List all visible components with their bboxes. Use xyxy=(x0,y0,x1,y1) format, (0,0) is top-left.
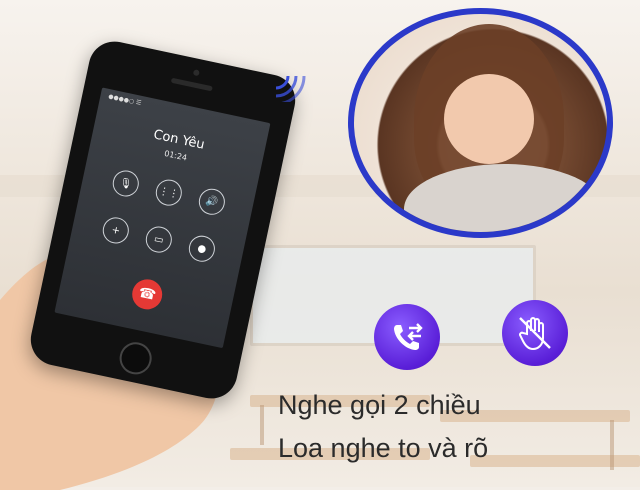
call-screen: ●●●●○ ☰ Con Yêu 01:24 🎙 ⋮⋮ 🔊 + ▭ ● ☎ xyxy=(54,87,271,349)
video-camera-icon: ▭ xyxy=(153,233,165,246)
plus-icon: + xyxy=(110,224,122,237)
contacts-button[interactable]: ● xyxy=(186,233,218,265)
facetime-button[interactable]: ▭ xyxy=(143,224,175,255)
keypad-button[interactable]: ⋮⋮ xyxy=(153,177,185,209)
desk-leg xyxy=(610,420,614,470)
front-camera xyxy=(192,69,200,77)
signal-waves-icon xyxy=(275,75,306,102)
speaker-icon: 🔊 xyxy=(204,195,220,209)
speaker-button[interactable]: 🔊 xyxy=(196,186,228,218)
end-call-button[interactable]: ☎ xyxy=(129,276,165,313)
feature-loud-speaker: Loa nghe to và rõ xyxy=(278,433,489,463)
two-way-call-icon xyxy=(374,304,440,370)
hand-wave-icon xyxy=(502,300,568,366)
contact-icon: ● xyxy=(196,242,208,255)
home-button[interactable] xyxy=(116,339,155,378)
raised-hand-icon xyxy=(519,317,551,351)
mute-button[interactable]: 🎙 xyxy=(110,168,142,199)
feature-two-way-call: Nghe gọi 2 chiều xyxy=(278,390,481,420)
keypad-icon: ⋮⋮ xyxy=(157,185,180,201)
hang-up-icon: ☎ xyxy=(136,284,158,304)
earpiece xyxy=(170,77,213,92)
desk xyxy=(470,455,640,467)
status-bar: ●●●●○ ☰ xyxy=(107,93,142,107)
child-photo xyxy=(348,8,613,238)
mute-icon: 🎙 xyxy=(118,176,134,191)
add-call-button[interactable]: + xyxy=(100,214,132,246)
desk-leg xyxy=(260,405,264,445)
child-face xyxy=(444,74,534,164)
phone-arrows-icon xyxy=(394,323,423,350)
